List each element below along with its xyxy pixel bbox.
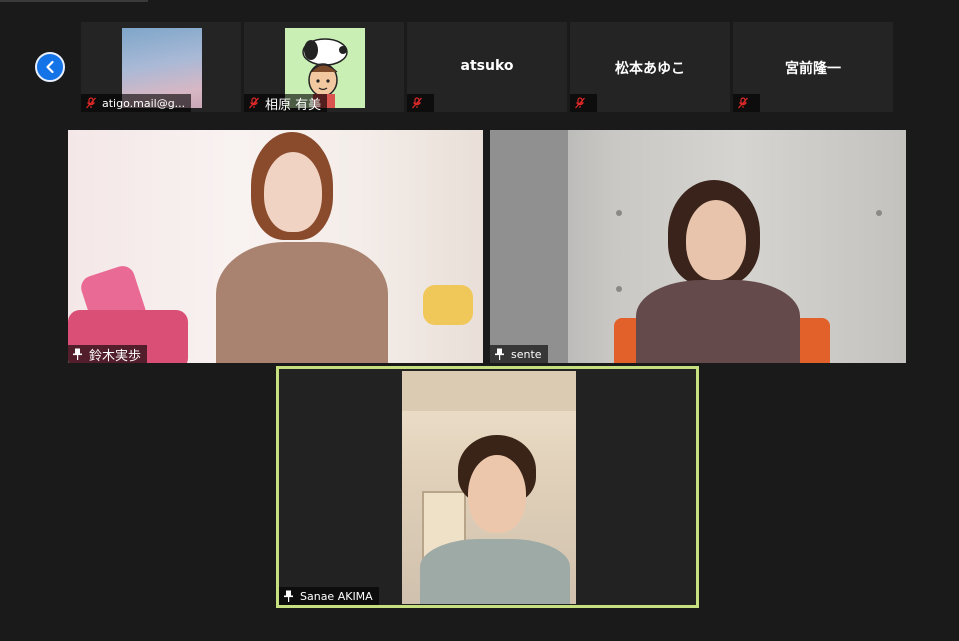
microphone-muted-icon	[575, 97, 585, 109]
participant-name: 宮前隆一	[785, 61, 841, 77]
active-speaker-video[interactable]: Sanae AKIMA	[276, 366, 699, 608]
ceiling	[402, 371, 576, 411]
wall-hole	[616, 286, 622, 292]
participant-name-label: 相原 有美	[244, 94, 328, 113]
microphone-muted-icon	[412, 97, 422, 109]
participant-tile[interactable]: 相原 有美	[244, 22, 404, 113]
pin-icon	[73, 348, 82, 360]
microphone-muted-icon	[249, 97, 259, 109]
meeting-gallery-view: atigo.mail@g... 相原 有美 atsuko 松本あゆこ 宮前隆一 …	[0, 0, 959, 641]
participant-name-label	[733, 94, 760, 112]
participant-tile[interactable]: atsuko	[407, 22, 567, 112]
participant-tile[interactable]: atigo.mail@g...	[81, 22, 241, 112]
previous-page-button[interactable]	[35, 52, 65, 82]
wall-hole	[616, 210, 622, 216]
participant-tile[interactable]: 松本あゆこ	[570, 22, 730, 112]
pin-icon	[495, 348, 504, 360]
participant-name-label: 鈴木実歩	[68, 345, 148, 364]
chevron-left-icon	[46, 60, 54, 74]
participant-name: 相原 有美	[265, 97, 322, 113]
participant-video[interactable]: sente	[490, 130, 906, 363]
wall-column	[490, 130, 568, 363]
pin-icon	[284, 590, 293, 602]
participant-name-label	[570, 94, 597, 112]
participant-name: sente	[511, 347, 542, 361]
microphone-muted-icon	[86, 97, 96, 109]
microphone-muted-icon	[738, 97, 748, 109]
participant-name-label: atigo.mail@g...	[81, 94, 192, 112]
participant-name: 松本あゆこ	[615, 61, 685, 77]
participant-name: atsuko	[460, 58, 514, 74]
participant-name: Sanae AKIMA	[300, 589, 373, 603]
wall-hole	[876, 210, 882, 216]
participant-name-label: Sanae AKIMA	[279, 587, 379, 605]
participant-name-label	[407, 94, 434, 112]
window-edge-line	[0, 0, 148, 2]
participant-video	[402, 371, 576, 604]
participant-name: atigo.mail@g...	[102, 96, 186, 110]
participant-tile[interactable]: 宮前隆一	[733, 22, 893, 112]
participant-video[interactable]: 鈴木実歩	[68, 130, 483, 363]
plush-toy	[423, 285, 473, 325]
participant-name: 鈴木実歩	[89, 348, 142, 364]
participant-name-label: sente	[490, 345, 548, 363]
